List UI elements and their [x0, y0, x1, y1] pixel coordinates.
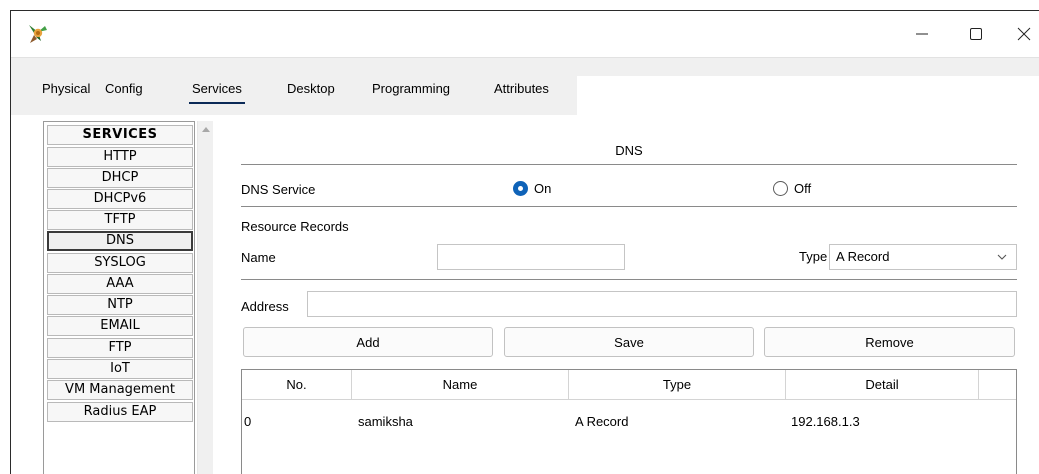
maximize-button[interactable] [953, 11, 999, 57]
cell-name: samiksha [358, 414, 413, 429]
service-item-radius-eap[interactable]: Radius EAP [47, 402, 193, 422]
tab-desktop[interactable]: Desktop [284, 80, 338, 104]
type-label: Type [799, 249, 828, 264]
service-item-http[interactable]: HTTP [47, 147, 193, 167]
cell-no: 0 [244, 414, 252, 429]
column-header-name[interactable]: Name [352, 370, 569, 400]
scroll-up-button[interactable] [198, 121, 214, 137]
tab-attributes[interactable]: Attributes [491, 80, 552, 104]
services-list: SERVICES HTTP DHCP DHCPv6 TFTP DNS SYSLO… [43, 121, 195, 474]
service-item-tftp[interactable]: TFTP [47, 210, 193, 230]
dns-service-off-label: Off [794, 181, 812, 196]
radio-off-indicator [773, 181, 788, 196]
minimize-icon [916, 33, 928, 35]
chevron-down-icon [997, 254, 1007, 260]
dns-records-table: No. Name Type Detail 0 samiksha A Record… [241, 369, 1017, 474]
column-header-no[interactable]: No. [242, 370, 352, 400]
column-header-detail[interactable]: Detail [786, 370, 979, 400]
dns-service-on-label: On [534, 181, 552, 196]
divider [241, 279, 1017, 280]
type-select-value: A Record [836, 249, 890, 264]
cell-type: A Record [575, 414, 629, 429]
title-bar [11, 11, 1039, 57]
name-input[interactable] [437, 244, 625, 270]
dns-service-off-radio[interactable]: Off [773, 181, 811, 196]
scroll-up-arrow-icon [202, 127, 210, 132]
column-header-type[interactable]: Type [569, 370, 786, 400]
service-item-syslog[interactable]: SYSLOG [47, 253, 193, 273]
service-item-email[interactable]: EMAIL [47, 316, 193, 336]
service-item-iot[interactable]: IoT [47, 359, 193, 379]
tab-strip-blank-area [577, 76, 1039, 116]
tab-strip: Physical Config Services Desktop Program… [11, 57, 1039, 116]
service-item-dhcpv6[interactable]: DHCPv6 [47, 189, 193, 209]
close-button[interactable] [1001, 11, 1039, 57]
services-scrollbar[interactable] [197, 121, 213, 474]
app-window: Physical Config Services Desktop Program… [10, 10, 1039, 474]
maximize-icon [970, 28, 982, 40]
tab-physical[interactable]: Physical [39, 80, 93, 104]
type-select[interactable]: A Record [829, 244, 1017, 270]
service-item-dns[interactable]: DNS [47, 231, 193, 251]
service-item-vm-management[interactable]: VM Management [47, 380, 193, 400]
service-item-ftp[interactable]: FTP [47, 338, 193, 358]
service-item-aaa[interactable]: AAA [47, 274, 193, 294]
dns-panel-title: DNS [615, 143, 643, 158]
tab-services[interactable]: Services [189, 80, 245, 104]
services-list-header: SERVICES [47, 125, 193, 145]
address-label: Address [241, 299, 289, 314]
address-input[interactable] [307, 291, 1017, 317]
save-button[interactable]: Save [504, 327, 754, 357]
minimize-button[interactable] [899, 11, 945, 57]
dns-service-label: DNS Service [241, 182, 316, 197]
table-header: No. Name Type Detail [242, 370, 1016, 400]
close-icon [1017, 27, 1031, 41]
service-item-dhcp[interactable]: DHCP [47, 168, 193, 188]
divider [241, 206, 1017, 207]
services-content: SERVICES HTTP DHCP DHCPv6 TFTP DNS SYSLO… [11, 115, 1039, 474]
add-button[interactable]: Add [243, 327, 493, 357]
service-item-ntp[interactable]: NTP [47, 295, 193, 315]
dns-panel: DNS DNS Service On Off Resource Records … [241, 115, 1017, 474]
radio-on-indicator [513, 181, 528, 196]
divider [241, 164, 1017, 165]
tab-programming[interactable]: Programming [369, 80, 453, 104]
remove-button[interactable]: Remove [764, 327, 1015, 357]
cell-detail: 192.168.1.3 [791, 414, 860, 429]
resource-records-label: Resource Records [241, 219, 349, 234]
dns-service-on-radio[interactable]: On [513, 181, 551, 196]
name-label: Name [241, 250, 276, 265]
packet-tracer-app-icon [25, 21, 51, 47]
tab-config[interactable]: Config [102, 80, 146, 104]
